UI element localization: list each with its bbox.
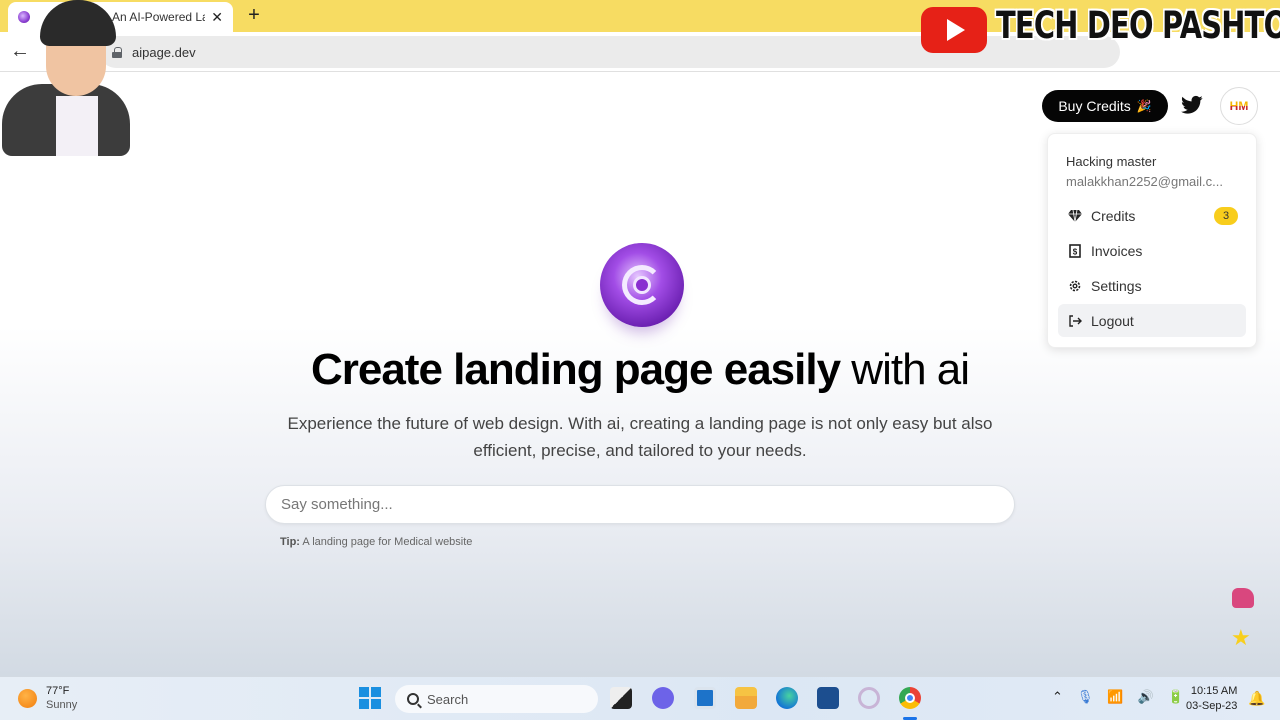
account-email: malakkhan2252@gmail.c... <box>1066 174 1223 189</box>
menu-item-credits[interactable]: Credits 3 <box>1058 199 1246 232</box>
invoice-icon: $ <box>1069 243 1081 258</box>
menu-item-label: Settings <box>1091 277 1142 294</box>
svg-text:$: $ <box>1073 247 1078 256</box>
menu-item-label: Invoices <box>1091 242 1143 259</box>
microphone-icon[interactable]: 🎙 <box>1077 689 1094 705</box>
menu-item-label: Credits <box>1091 207 1136 224</box>
tip-text: Tip: A landing page for Medical website <box>280 536 472 548</box>
menu-item-settings[interactable]: Settings <box>1058 269 1246 302</box>
logout-icon <box>1069 314 1082 327</box>
headline-light: with ai <box>851 345 970 394</box>
task-view-icon[interactable] <box>610 687 632 709</box>
buy-credits-button[interactable]: Buy Credits 🎉 <box>1042 90 1168 122</box>
hero-headline: Create landing page easily with ai <box>0 345 1280 395</box>
battery-icon[interactable]: 🔋 <box>1168 689 1184 705</box>
microsoft-store-icon[interactable] <box>817 687 839 709</box>
volume-icon[interactable]: 🔊 <box>1138 689 1154 705</box>
windows-start-icon[interactable] <box>359 687 381 709</box>
weather-temperature: 77°F <box>46 685 70 697</box>
tip-label: Tip: <box>280 536 300 548</box>
presenter-cartoon-image <box>0 0 132 158</box>
meet-app-icon[interactable] <box>652 687 674 709</box>
taskbar-search[interactable]: Search <box>395 685 598 713</box>
search-icon <box>407 693 419 705</box>
party-popper-icon: 🎉 <box>1136 99 1152 113</box>
start-tile <box>359 699 369 709</box>
weather-condition: Sunny <box>46 699 78 711</box>
page-content: Buy Credits 🎉 HM Hacking master malakkha… <box>0 73 1280 676</box>
close-tab-icon[interactable]: ✕ <box>211 9 223 26</box>
start-tile <box>371 699 381 709</box>
menu-item-label: Logout <box>1091 312 1134 329</box>
hero-subtext: Experience the future of web design. Wit… <box>287 414 993 460</box>
new-tab-button[interactable]: + <box>243 4 265 27</box>
url-text[interactable]: aipage.dev <box>132 45 196 60</box>
presenter-shirt <box>56 96 98 156</box>
headline-bold: Create landing page easily <box>310 345 841 394</box>
buy-credits-label: Buy Credits <box>1058 98 1131 114</box>
clock-time: 10:15 AM <box>1190 685 1238 697</box>
channel-name-watermark: TECH DEO PASHTO <box>996 4 1280 47</box>
presenter-hair <box>40 0 116 46</box>
youtube-logo-icon <box>921 7 987 53</box>
start-tile <box>359 687 369 697</box>
search-label: Search <box>427 691 469 707</box>
notification-bell-icon[interactable]: 🔔 <box>1248 690 1265 707</box>
account-dropdown-menu: Hacking master malakkhan2252@gmail.c... … <box>1047 133 1257 348</box>
taskbar-clock[interactable]: 10:15 AM 03-Sep-23 <box>1186 684 1237 714</box>
widgets-app-icon[interactable] <box>694 687 716 709</box>
logo-core <box>633 276 651 294</box>
sun-icon <box>18 688 37 708</box>
avatar-initials: HM <box>1229 99 1249 113</box>
account-name: Hacking master <box>1066 154 1157 169</box>
twitter-icon[interactable] <box>1181 95 1203 115</box>
weather-text: 77°F Sunny <box>46 684 77 712</box>
menu-item-invoices[interactable]: $ Invoices <box>1058 234 1246 267</box>
gear-icon <box>1069 280 1081 291</box>
start-tile <box>371 687 381 697</box>
prompt-input[interactable] <box>265 485 1015 524</box>
floating-pink-widget-icon[interactable] <box>1232 588 1254 608</box>
sync-app-icon[interactable] <box>858 687 880 709</box>
edge-browser-icon[interactable] <box>776 687 798 709</box>
windows-taskbar: 77°F Sunny Search ⌃ 🎙 📶 🔊 🔋 10:15 AM 03-… <box>0 676 1280 720</box>
show-hidden-icons-chevron-icon[interactable]: ⌃ <box>1052 689 1063 705</box>
wifi-icon[interactable]: 📶 <box>1107 689 1123 705</box>
clock-date: 03-Sep-23 <box>1186 700 1238 712</box>
play-icon <box>947 19 965 41</box>
tip-example: A landing page for Medical website <box>302 536 473 548</box>
file-explorer-icon[interactable] <box>735 687 757 709</box>
weather-widget[interactable]: 77°F Sunny <box>18 684 77 712</box>
system-tray: ⌃ 🎙 📶 🔊 🔋 <box>1052 689 1184 705</box>
aipage-logo-icon <box>600 243 684 327</box>
user-avatar[interactable]: HM <box>1220 87 1258 125</box>
chrome-browser-icon[interactable] <box>899 687 921 709</box>
floating-star-icon[interactable]: ★ <box>1231 625 1251 651</box>
menu-item-logout[interactable]: Logout <box>1058 304 1246 337</box>
diamond-icon <box>1068 209 1082 222</box>
credits-count-badge: 3 <box>1214 207 1238 225</box>
